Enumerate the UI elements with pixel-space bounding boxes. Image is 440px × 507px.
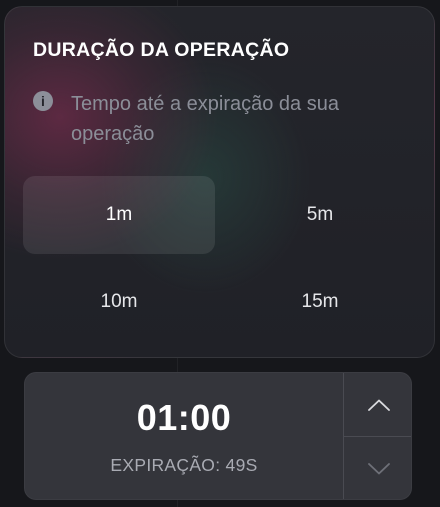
duration-panel: DURAÇÃO DA OPERAÇÃO i Tempo até a expira… [4, 6, 435, 358]
duration-option-label: 10m [100, 291, 138, 312]
info-icon: i [33, 91, 53, 111]
chevron-down-icon [368, 463, 390, 475]
timer-display[interactable]: 01:00 EXPIRAÇÃO: 49S [25, 373, 343, 499]
decrease-duration-button[interactable] [344, 437, 411, 499]
info-row: i Tempo até a expiração da sua operação [33, 89, 413, 149]
duration-option-15m[interactable]: 15m [224, 263, 416, 341]
duration-option-1m[interactable]: 1m [23, 176, 215, 254]
panel-title: DURAÇÃO DA OPERAÇÃO [33, 39, 290, 61]
timer-expiry-label: EXPIRAÇÃO: 49S [110, 455, 258, 475]
duration-option-label: 1m [105, 204, 133, 225]
increase-duration-button[interactable] [344, 373, 411, 437]
timer-stepper [343, 373, 411, 499]
trade-duration-widget: DURAÇÃO DA OPERAÇÃO i Tempo até a expira… [0, 0, 440, 507]
timer-box: 01:00 EXPIRAÇÃO: 49S [24, 372, 412, 500]
timer-value: 01:00 [136, 397, 232, 438]
duration-option-label: 5m [306, 204, 334, 225]
duration-option-5m[interactable]: 5m [224, 176, 416, 254]
info-text: Tempo até a expiração da sua operação [71, 93, 339, 145]
chevron-up-icon [368, 399, 390, 411]
duration-option-label: 15m [301, 291, 339, 312]
duration-option-10m[interactable]: 10m [23, 263, 215, 341]
